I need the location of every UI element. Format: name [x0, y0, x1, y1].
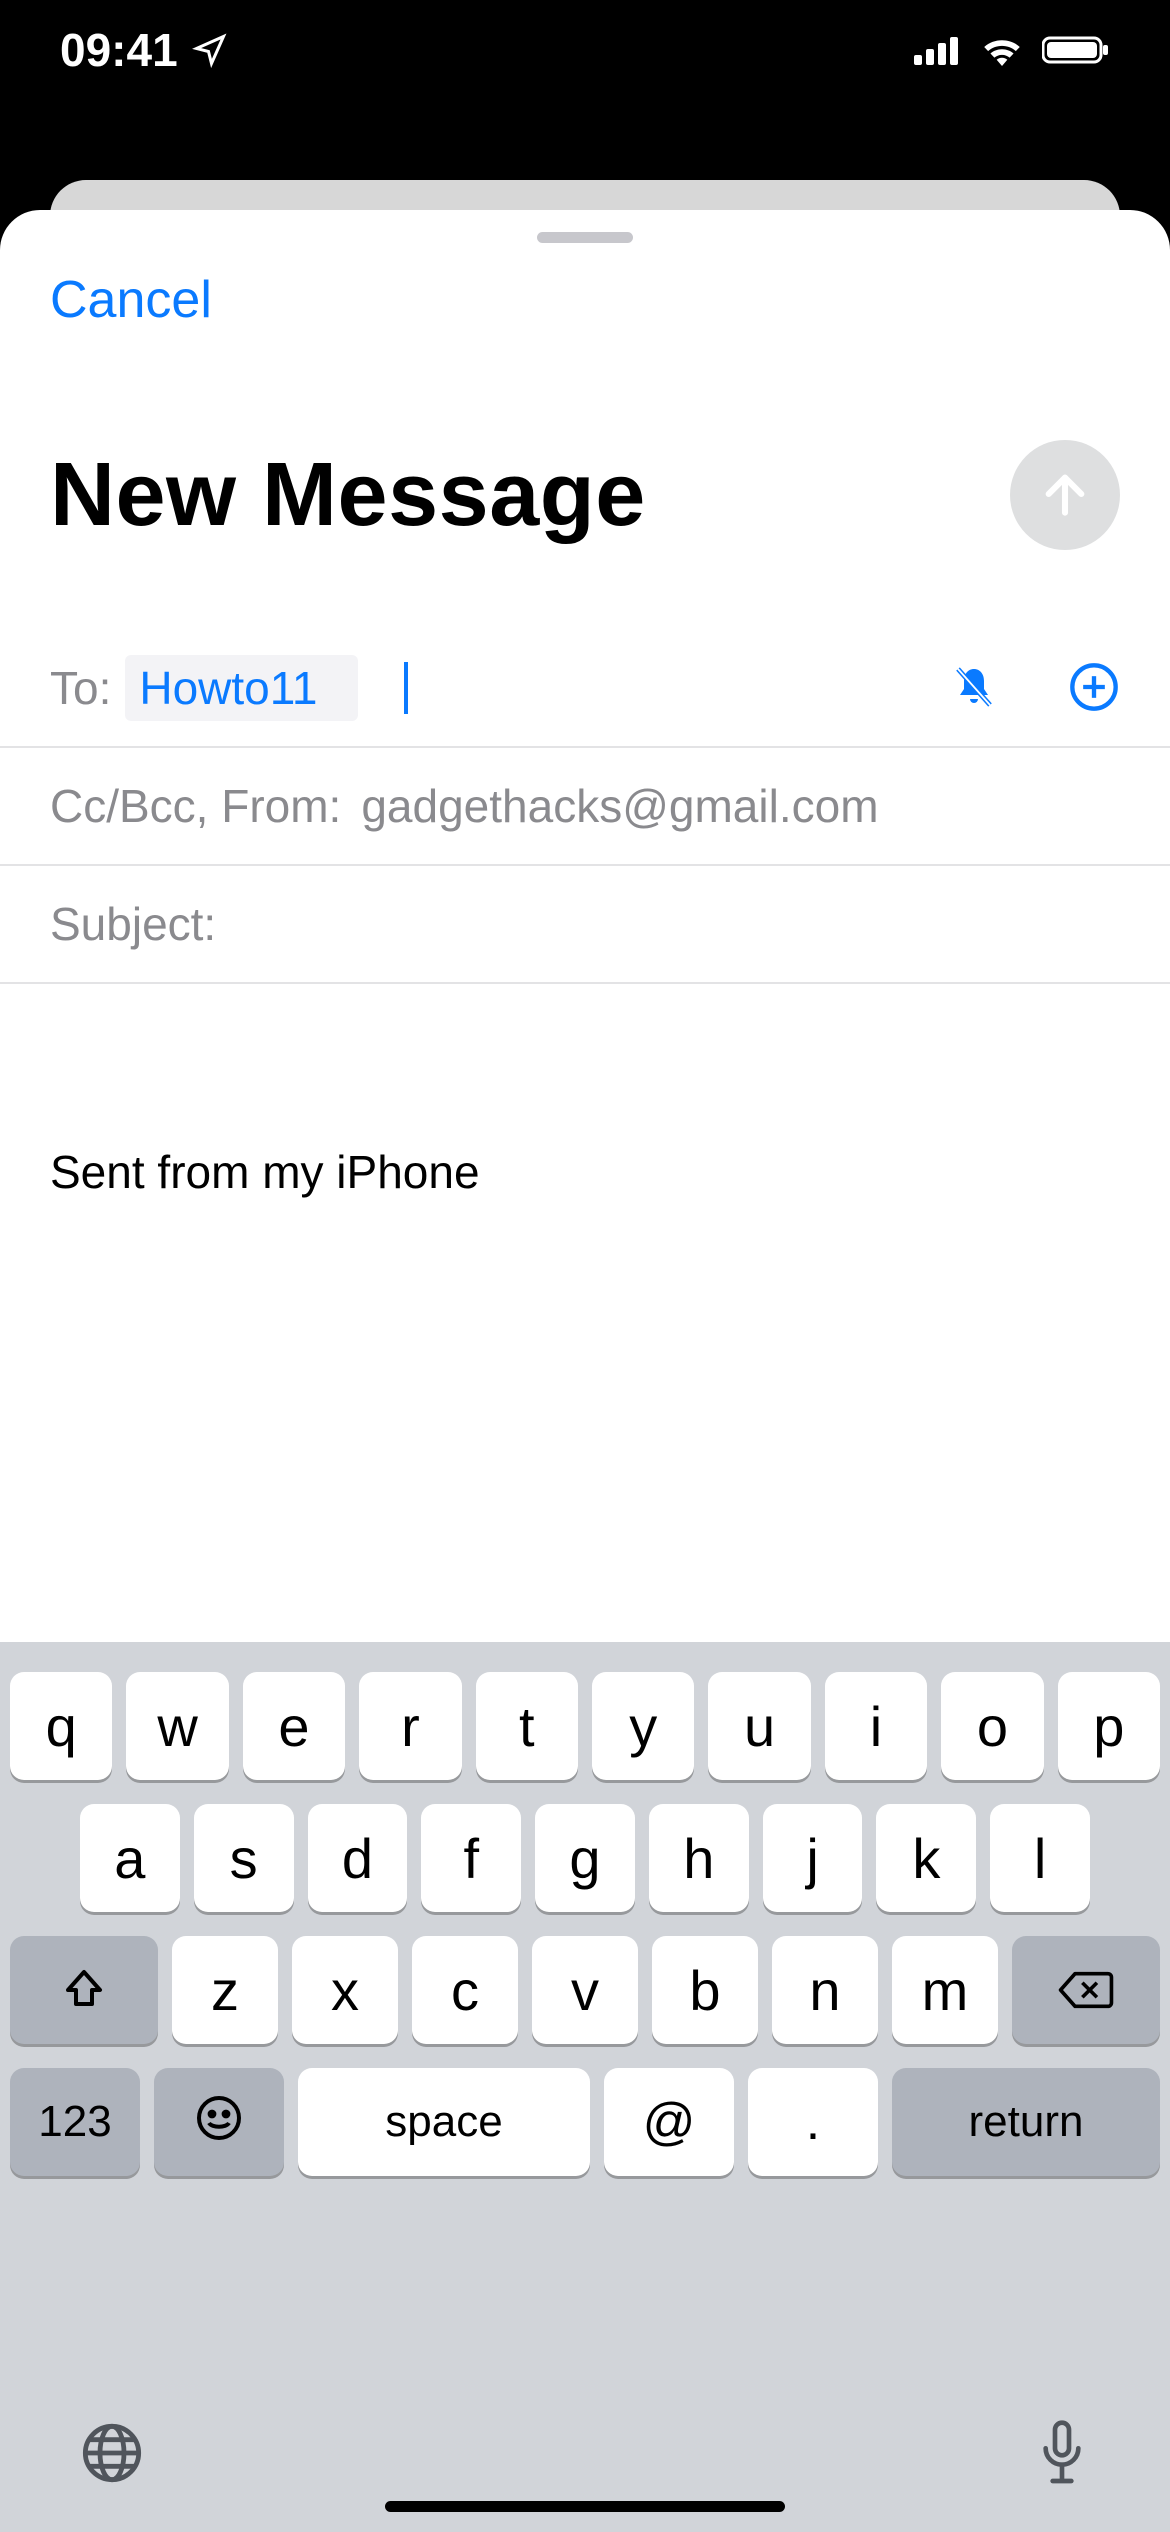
key-return[interactable]: return	[892, 2068, 1160, 2176]
key-period[interactable]: .	[748, 2068, 878, 2176]
title-row: New Message	[0, 440, 1170, 550]
keyboard: q w e r t y u i o p a s d f g	[0, 1642, 1170, 2532]
key-a[interactable]: a	[80, 1804, 180, 1912]
sheet-grabber[interactable]	[537, 232, 633, 243]
key-w[interactable]: w	[126, 1672, 228, 1780]
message-body[interactable]: Sent from my iPhone	[50, 1090, 1120, 1204]
subject-label: Subject:	[50, 897, 216, 951]
arrow-up-icon	[1037, 466, 1093, 525]
battery-icon	[1042, 34, 1110, 66]
emoji-icon	[195, 2090, 243, 2155]
bell-slash-button[interactable]	[950, 663, 998, 714]
key-p[interactable]: p	[1058, 1672, 1160, 1780]
globe-icon	[80, 2421, 144, 2488]
key-s[interactable]: s	[194, 1804, 294, 1912]
backspace-icon	[1058, 1970, 1114, 2010]
key-n[interactable]: n	[772, 1936, 878, 2044]
status-bar: 09:41	[0, 0, 1170, 100]
key-space[interactable]: space	[298, 2068, 590, 2176]
to-label: To:	[50, 661, 111, 715]
nav-row: Cancel	[0, 270, 1170, 330]
to-recipient-chip[interactable]: Howto11	[125, 655, 357, 721]
ccbcc-from-label: Cc/Bcc, From:	[50, 779, 341, 833]
key-u[interactable]: u	[708, 1672, 810, 1780]
bell-slash-icon	[950, 663, 998, 714]
shift-icon	[60, 1966, 108, 2014]
keyboard-row-3: z x c v b n m	[10, 1936, 1160, 2044]
key-e[interactable]: e	[243, 1672, 345, 1780]
key-l[interactable]: l	[990, 1804, 1090, 1912]
keyboard-bottom-row	[0, 2417, 1170, 2492]
key-b[interactable]: b	[652, 1936, 758, 2044]
key-numbers[interactable]: 123	[10, 2068, 140, 2176]
send-button[interactable]	[1010, 440, 1120, 550]
key-y[interactable]: y	[592, 1672, 694, 1780]
key-t[interactable]: t	[476, 1672, 578, 1780]
key-k[interactable]: k	[876, 1804, 976, 1912]
location-icon	[192, 32, 228, 68]
key-backspace[interactable]	[1012, 1936, 1160, 2044]
text-cursor	[404, 662, 408, 714]
key-m[interactable]: m	[892, 1936, 998, 2044]
to-actions	[950, 661, 1120, 716]
status-time: 09:41	[60, 23, 178, 77]
key-f[interactable]: f	[421, 1804, 521, 1912]
key-o[interactable]: o	[941, 1672, 1043, 1780]
page-title: New Message	[50, 444, 646, 547]
keyboard-row-2: a s d f g h j k l	[10, 1804, 1160, 1912]
key-emoji[interactable]	[154, 2068, 284, 2176]
key-at[interactable]: @	[604, 2068, 734, 2176]
subject-row[interactable]: Subject:	[0, 866, 1170, 984]
home-indicator[interactable]	[385, 2501, 785, 2512]
dictation-button[interactable]	[1034, 2417, 1090, 2492]
ccbcc-from-row[interactable]: Cc/Bcc, From: gadgethacks@gmail.com	[0, 748, 1170, 866]
screen: 09:41	[0, 0, 1170, 2532]
cancel-button[interactable]: Cancel	[50, 270, 212, 330]
to-row[interactable]: To: Howto11	[0, 630, 1170, 748]
add-contact-button[interactable]	[1068, 661, 1120, 716]
key-g[interactable]: g	[535, 1804, 635, 1912]
key-i[interactable]: i	[825, 1672, 927, 1780]
key-q[interactable]: q	[10, 1672, 112, 1780]
keyboard-row-1: q w e r t y u i o p	[10, 1672, 1160, 1780]
key-h[interactable]: h	[649, 1804, 749, 1912]
from-email: gadgethacks@gmail.com	[361, 779, 878, 833]
key-v[interactable]: v	[532, 1936, 638, 2044]
plus-circle-icon	[1068, 661, 1120, 716]
key-d[interactable]: d	[308, 1804, 408, 1912]
key-z[interactable]: z	[172, 1936, 278, 2044]
microphone-icon	[1034, 2417, 1090, 2492]
key-j[interactable]: j	[763, 1804, 863, 1912]
status-right-icons	[914, 34, 1110, 66]
key-shift[interactable]	[10, 1936, 158, 2044]
keyboard-row-4: 123 space @ .	[10, 2068, 1160, 2176]
compose-sheet: Cancel New Message To: Howto11	[0, 210, 1170, 2532]
signature-text: Sent from my iPhone	[50, 1140, 1120, 1204]
key-c[interactable]: c	[412, 1936, 518, 2044]
cellular-icon	[914, 35, 962, 65]
wifi-icon	[980, 34, 1024, 66]
globe-button[interactable]	[80, 2421, 144, 2488]
key-x[interactable]: x	[292, 1936, 398, 2044]
status-time-group: 09:41	[60, 23, 228, 77]
compose-fields: To: Howto11	[0, 630, 1170, 984]
key-r[interactable]: r	[359, 1672, 461, 1780]
